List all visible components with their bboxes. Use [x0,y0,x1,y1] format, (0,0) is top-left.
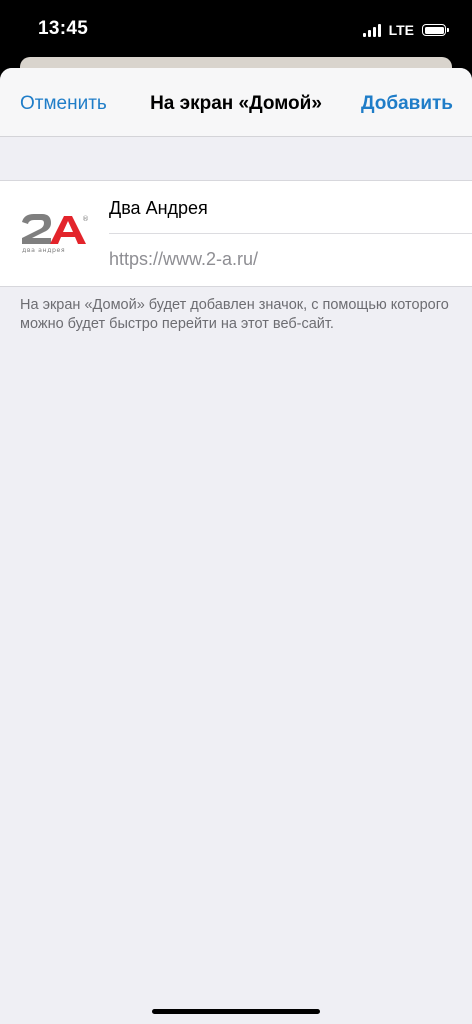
bookmark-url: https://www.2-a.ru/ [109,249,259,269]
status-indicators: LTE [362,20,449,40]
bookmark-form: ® два андрея Два Андрея https://www.2-a.… [0,180,472,287]
cellular-signal-icon [362,23,381,37]
bookmark-name-field[interactable]: Два Андрея [109,198,208,219]
logo-subtext: два андрея [22,247,65,254]
form-divider [109,233,472,234]
battery-icon [422,24,449,36]
battery-fill [424,26,444,34]
navigation-bar: Отменить На экран «Домой» Добавить [0,68,472,137]
logo-registered-mark: ® [82,215,89,223]
cancel-button[interactable]: Отменить [20,93,107,115]
add-button[interactable]: Добавить [361,93,453,115]
network-type-label: LTE [388,22,414,38]
footnote-text: На экран «Домой» будет добавлен значок, … [20,297,449,332]
home-indicator[interactable] [152,1009,320,1014]
site-logo-icon: ® два андрея [22,214,89,254]
add-to-home-sheet: Отменить На экран «Домой» Добавить ® два… [0,68,472,1024]
status-time: 13:45 [38,18,89,39]
status-bar: 13:45 LTE [0,0,472,62]
